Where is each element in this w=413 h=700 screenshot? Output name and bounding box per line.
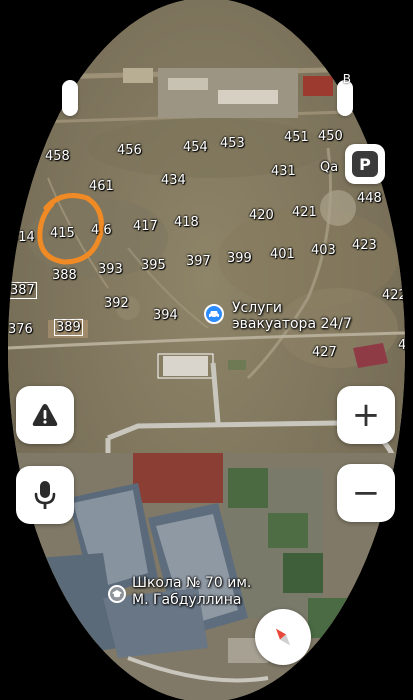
plot-number[interactable]: 458 bbox=[45, 149, 70, 164]
plot-number[interactable]: 4 6 bbox=[91, 223, 112, 238]
plot-number[interactable]: 389 bbox=[54, 319, 83, 336]
plot-number[interactable]: 388 bbox=[52, 268, 77, 283]
plot-number[interactable]: 434 bbox=[161, 173, 186, 188]
plot-number[interactable]: 448 bbox=[357, 191, 382, 206]
plot-number[interactable]: 399 bbox=[227, 251, 252, 266]
compass-icon bbox=[275, 628, 291, 646]
warning-icon bbox=[32, 404, 58, 426]
plot-number[interactable]: 403 bbox=[311, 243, 336, 258]
road-alert-button[interactable] bbox=[16, 386, 74, 444]
right-edge-label: B bbox=[342, 72, 351, 86]
plot-number[interactable]: 453 bbox=[220, 136, 245, 151]
map-view[interactable]: 458 456 454 453 451 450 461 434 431 Qa 4… bbox=[0, 0, 413, 700]
plot-number[interactable]: 387 bbox=[8, 282, 37, 299]
school-label-line1: Школа № 70 им. bbox=[132, 575, 252, 591]
plot-number[interactable]: 427 bbox=[312, 345, 337, 360]
plot-number[interactable]: 395 bbox=[141, 258, 166, 273]
plot-number[interactable]: 451 bbox=[284, 130, 309, 145]
right-edge-tab[interactable]: B bbox=[337, 72, 353, 116]
voice-search-button[interactable] bbox=[16, 466, 74, 524]
plot-number[interactable]: 420 bbox=[249, 208, 274, 223]
plot-number[interactable]: 422 bbox=[382, 288, 405, 303]
plot-number[interactable]: 421 bbox=[292, 205, 317, 220]
zoom-out-button[interactable]: − bbox=[337, 464, 395, 522]
evacuator-label-line1: Услуги bbox=[232, 300, 282, 316]
plot-number[interactable]: 454 bbox=[183, 140, 208, 155]
plot-number[interactable]: 4 bbox=[398, 338, 405, 353]
plot-number[interactable]: 393 bbox=[98, 262, 123, 277]
compass-button[interactable] bbox=[255, 609, 311, 665]
school-label-line2: М. Габдуллина bbox=[132, 592, 242, 608]
plot-number[interactable]: 423 bbox=[352, 238, 377, 253]
parking-button[interactable]: P bbox=[345, 144, 385, 184]
zoom-in-button[interactable]: + bbox=[337, 386, 395, 444]
plus-icon: + bbox=[351, 395, 381, 435]
plot-number[interactable]: 456 bbox=[117, 143, 142, 158]
plot-number[interactable]: 450 bbox=[318, 129, 343, 144]
plot-number[interactable]: 461 bbox=[89, 179, 114, 194]
plot-number[interactable]: 414 bbox=[10, 230, 35, 245]
car-icon bbox=[204, 304, 224, 324]
plot-number[interactable]: Qa bbox=[320, 160, 338, 175]
parking-icon: P bbox=[352, 151, 378, 177]
school-icon bbox=[108, 585, 126, 603]
plot-number[interactable]: 397 bbox=[186, 254, 211, 269]
plot-number[interactable]: 392 bbox=[104, 296, 129, 311]
evacuator-label-line2: эвакуатора 24/7 bbox=[232, 316, 352, 332]
plot-number[interactable]: 401 bbox=[270, 247, 295, 262]
plot-number[interactable]: 415 bbox=[50, 226, 75, 241]
plot-number[interactable]: 394 bbox=[153, 308, 178, 323]
plot-number[interactable]: 418 bbox=[174, 215, 199, 230]
plot-number[interactable]: 376 bbox=[8, 322, 33, 337]
microphone-icon bbox=[34, 481, 56, 509]
plot-number[interactable]: 431 bbox=[271, 164, 296, 179]
plot-number[interactable]: 417 bbox=[133, 219, 158, 234]
left-edge-tab[interactable] bbox=[62, 80, 78, 116]
minus-icon: − bbox=[351, 473, 381, 513]
